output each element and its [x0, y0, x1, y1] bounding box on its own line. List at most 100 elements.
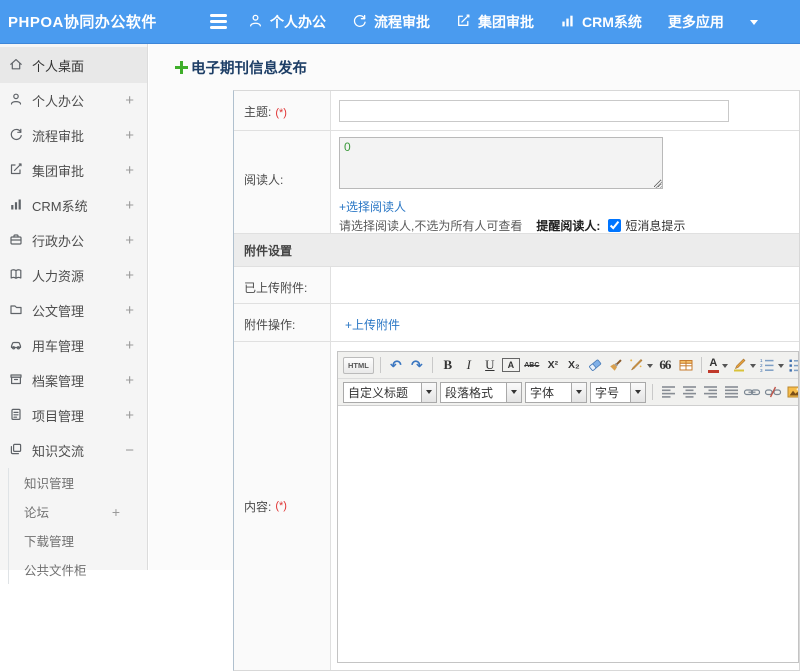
plus-icon[interactable]: + — [125, 337, 134, 354]
nav-more-apps[interactable]: 更多应用 — [668, 12, 724, 32]
sidebar-subitem-download-management[interactable]: 下载管理 — [9, 526, 147, 555]
font-color-button[interactable]: A — [707, 355, 728, 375]
plus-icon[interactable]: + — [125, 302, 134, 319]
underline-button[interactable]: U — [481, 355, 499, 375]
sidebar-item-archive-management[interactable]: 档案管理 + — [0, 363, 147, 398]
subject-row: 主题: (*) — [234, 91, 799, 131]
bar-chart-icon — [560, 13, 575, 31]
readers-label: 阅读人: — [234, 131, 331, 233]
readers-row: 阅读人: 0 +选择阅读人 请选择阅读人,不选为所有人可查看 提醒阅读人: 短消… — [234, 131, 799, 234]
uploaded-attachments-row: 已上传附件: — [234, 267, 799, 304]
nav-group-approval[interactable]: 集团审批 — [456, 12, 534, 32]
subscript-button[interactable]: X₂ — [565, 355, 583, 375]
content-row: 内容: (*) HTML ↶ ↷ B I U A ABC X² X₂ 66 A … — [234, 342, 799, 670]
align-center-icon[interactable] — [680, 382, 698, 402]
format-brush-icon[interactable] — [607, 355, 625, 375]
strikethrough-button[interactable]: ABC — [523, 355, 541, 375]
table-icon[interactable] — [677, 355, 695, 375]
plus-icon[interactable]: + — [125, 372, 134, 389]
plus-icon[interactable]: + — [125, 407, 134, 424]
caret-down-icon — [630, 382, 645, 402]
folder-icon — [9, 302, 23, 319]
publish-form: 主题: (*) 阅读人: 0 +选择阅读人 请选择阅读人,不选为所有人可查看 提醒… — [233, 90, 800, 671]
plus-icon[interactable]: + — [125, 127, 134, 144]
sms-notify-label: 短消息提示 — [625, 219, 686, 233]
edit-icon — [9, 162, 23, 179]
nav-crm-system[interactable]: CRM系统 — [560, 12, 642, 32]
copy-icon — [9, 442, 23, 459]
blockquote-button[interactable]: 66 — [656, 355, 674, 375]
unordered-list-icon[interactable] — [787, 355, 798, 375]
align-left-icon[interactable] — [659, 382, 677, 402]
sidebar-item-personal-desktop[interactable]: 个人桌面 — [0, 47, 147, 83]
sidebar-item-document-management[interactable]: 公文管理 + — [0, 293, 147, 328]
choose-readers-link[interactable]: +选择阅读人 — [339, 198, 406, 215]
home-icon — [9, 57, 23, 74]
sidebar: 个人桌面 个人办公 + 流程审批 + 集团审批 + CRM系统 + 行政办公 +… — [0, 44, 148, 584]
upload-attachment-link[interactable]: +上传附件 — [345, 316, 400, 333]
caret-down-icon — [721, 363, 728, 371]
unlink-icon[interactable] — [764, 382, 782, 402]
uploaded-attachments-value — [331, 267, 799, 303]
image-icon[interactable] — [785, 382, 798, 402]
sidebar-item-knowledge-exchange[interactable]: 知识交流 − — [0, 433, 147, 468]
sidebar-subitem-forum[interactable]: 论坛 + — [9, 497, 147, 526]
plus-icon[interactable]: + — [125, 92, 134, 109]
superscript-button[interactable]: X² — [544, 355, 562, 375]
font-family-select[interactable]: 字体 — [525, 381, 587, 403]
caret-down-icon — [571, 382, 586, 402]
redo-icon[interactable]: ↷ — [408, 355, 426, 375]
book-icon — [9, 267, 23, 284]
workflow-icon — [352, 13, 367, 31]
align-right-icon[interactable] — [701, 382, 719, 402]
font-size-select[interactable]: 字号 — [590, 381, 646, 403]
svg-text:3: 3 — [760, 368, 763, 373]
font-name-button[interactable]: A — [501, 358, 520, 372]
minus-icon[interactable]: − — [125, 442, 134, 459]
menu-icon[interactable] — [210, 14, 227, 29]
link-icon[interactable] — [743, 382, 761, 402]
sidebar-item-personal-office[interactable]: 个人办公 + — [0, 83, 147, 118]
sidebar-subitem-knowledge-management[interactable]: 知识管理 — [9, 468, 147, 497]
ordered-list-icon[interactable]: 123 — [759, 355, 784, 375]
top-header: PHPOA协同办公软件 个人办公 流程审批 集团审批 CRM系统 更多应用 — [0, 0, 800, 44]
sidebar-item-human-resources[interactable]: 人力资源 + — [0, 258, 147, 293]
highlight-pen-icon[interactable] — [731, 355, 756, 375]
nav-personal-office[interactable]: 个人办公 — [248, 12, 326, 32]
readers-textarea[interactable]: 0 — [339, 137, 663, 189]
plus-icon[interactable]: + — [112, 504, 120, 520]
plus-icon[interactable]: + — [125, 197, 134, 214]
sidebar-item-project-management[interactable]: 项目管理 + — [0, 398, 147, 433]
plus-icon[interactable]: + — [125, 267, 134, 284]
sidebar-item-crm-system[interactable]: CRM系统 + — [0, 188, 147, 223]
quick-format-wand-icon[interactable] — [628, 355, 653, 375]
sidebar-item-admin-office[interactable]: 行政办公 + — [0, 223, 147, 258]
archive-icon — [9, 372, 23, 389]
caret-down-icon[interactable] — [749, 16, 758, 29]
required-mark: (*) — [275, 107, 287, 119]
plus-icon[interactable]: + — [125, 162, 134, 179]
paragraph-format-select[interactable]: 段落格式 — [440, 381, 522, 403]
briefcase-icon — [9, 232, 23, 249]
heading-select[interactable]: 自定义标题 — [343, 381, 437, 403]
eraser-icon[interactable] — [586, 355, 604, 375]
sidebar-item-workflow-approval[interactable]: 流程审批 + — [0, 118, 147, 153]
justify-icon[interactable] — [722, 382, 740, 402]
nav-workflow-approval[interactable]: 流程审批 — [352, 12, 430, 32]
html-source-button[interactable]: HTML — [343, 356, 374, 374]
italic-button[interactable]: I — [460, 355, 478, 375]
sidebar-item-group-approval[interactable]: 集团审批 + — [0, 153, 147, 188]
user-icon — [9, 92, 23, 109]
caret-down-icon — [777, 363, 784, 371]
editor-content-area[interactable] — [338, 406, 798, 662]
caret-down-icon — [506, 382, 521, 402]
plus-icon[interactable]: + — [125, 232, 134, 249]
caret-down-icon — [421, 382, 436, 402]
bold-button[interactable]: B — [439, 355, 457, 375]
top-nav: 个人办公 流程审批 集团审批 CRM系统 更多应用 — [248, 0, 758, 44]
subject-input[interactable] — [339, 100, 729, 122]
sms-notify-checkbox[interactable] — [608, 219, 622, 232]
undo-icon[interactable]: ↶ — [387, 355, 405, 375]
sidebar-item-vehicle-management[interactable]: 用车管理 + — [0, 328, 147, 363]
readers-hint-line: 请选择阅读人,不选为所有人可查看 提醒阅读人: 短消息提示 — [339, 217, 685, 234]
